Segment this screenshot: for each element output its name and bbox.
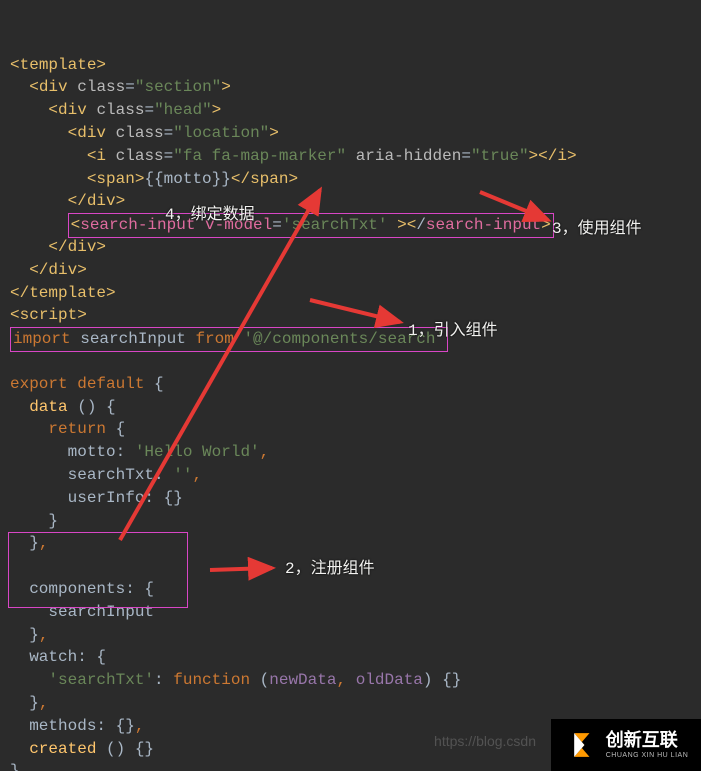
code-line[interactable]: <script>: [10, 304, 701, 327]
code-lines-container: <template> <div class="section"> <div cl…: [10, 54, 701, 771]
code-line[interactable]: userInfo: {}: [10, 487, 701, 510]
code-line[interactable]: components: {: [10, 578, 701, 601]
code-line[interactable]: [10, 350, 701, 373]
code-line[interactable]: </template>: [10, 282, 701, 305]
code-line[interactable]: export default {: [10, 373, 701, 396]
logo-text-en: CHUANG XIN HU LIAN: [606, 752, 689, 759]
code-line[interactable]: data () {: [10, 396, 701, 419]
code-line[interactable]: motto: 'Hello World',: [10, 441, 701, 464]
code-editor[interactable]: <template> <div class="section"> <div cl…: [0, 0, 701, 771]
code-line[interactable]: <template>: [10, 54, 701, 77]
annotation-use: 3，使用组件: [552, 214, 642, 238]
code-line[interactable]: <div class="location">: [10, 122, 701, 145]
code-line[interactable]: import searchInput from '@/components/se…: [10, 327, 701, 350]
code-line[interactable]: </div>: [10, 259, 701, 282]
code-line[interactable]: <span>{{motto}}</span>: [10, 168, 701, 191]
logo-badge: 创新互联 CHUANG XIN HU LIAN: [551, 719, 701, 771]
code-line[interactable]: <div class="section">: [10, 76, 701, 99]
code-line[interactable]: </div>: [10, 236, 701, 259]
code-line[interactable]: <i class="fa fa-map-marker" aria-hidden=…: [10, 145, 701, 168]
code-line[interactable]: },: [10, 532, 701, 555]
code-line[interactable]: <div class="head">: [10, 99, 701, 122]
code-line[interactable]: </div>: [10, 190, 701, 213]
code-line[interactable]: return {: [10, 418, 701, 441]
annotation-register: 2，注册组件: [285, 554, 375, 578]
logo-text-cn: 创新互联: [606, 731, 689, 749]
code-line[interactable]: }: [10, 510, 701, 533]
code-line[interactable]: },: [10, 624, 701, 647]
code-line[interactable]: watch: {: [10, 646, 701, 669]
code-line[interactable]: searchInput: [10, 601, 701, 624]
code-line[interactable]: searchTxt: '',: [10, 464, 701, 487]
logo-icon: [564, 728, 598, 762]
annotation-import: 1，引入组件: [408, 316, 498, 340]
code-line[interactable]: 'searchTxt': function (newData, oldData)…: [10, 669, 701, 692]
watermark-url: https://blog.csdn: [434, 733, 536, 749]
code-line[interactable]: },: [10, 692, 701, 715]
annotation-bind: 4，绑定数据: [165, 200, 255, 224]
